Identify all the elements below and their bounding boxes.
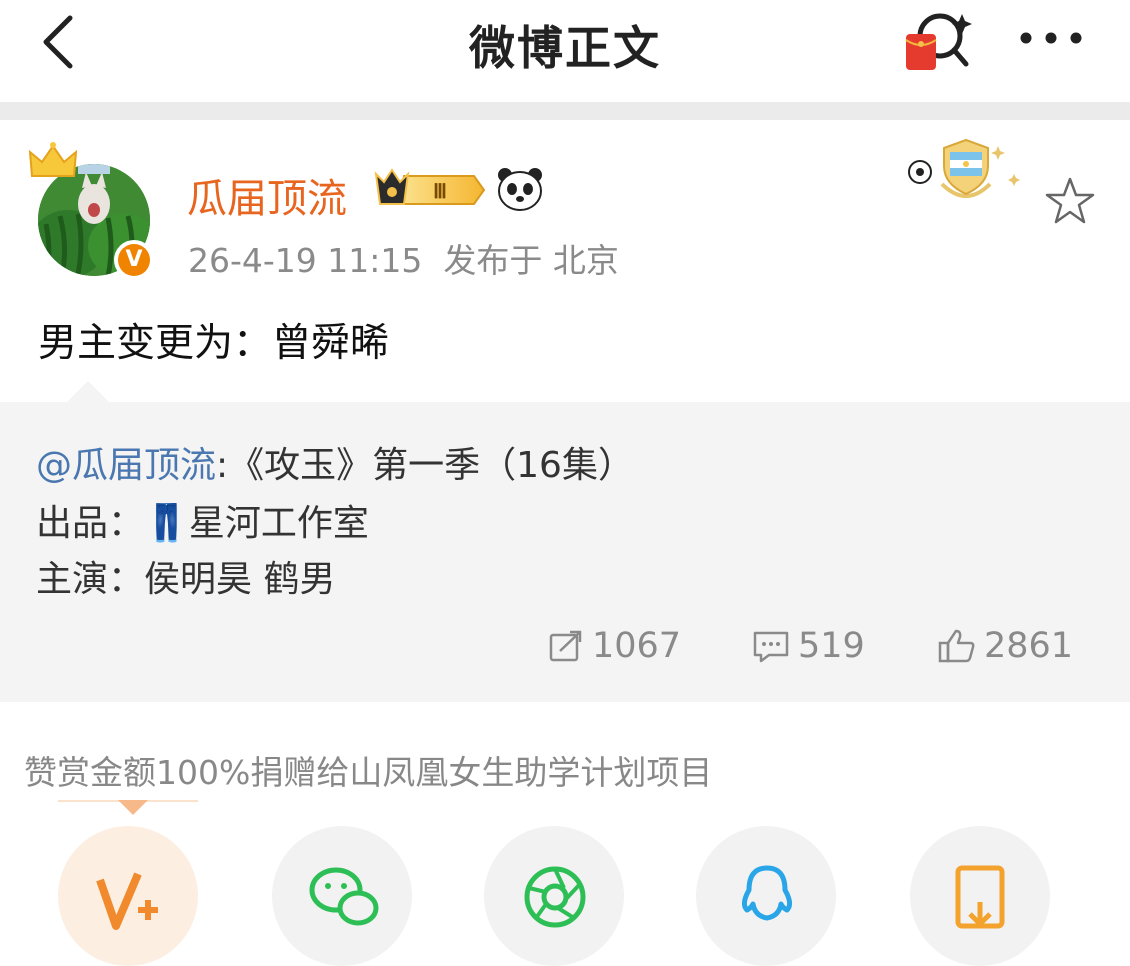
- repost-count: 1067: [592, 626, 682, 666]
- repost-line-1: @瓜届顶流:《攻玉》第一季（16集）: [36, 436, 634, 488]
- producer-label: 出品：: [36, 503, 145, 544]
- share-save-button[interactable]: [910, 826, 1050, 966]
- comment-count-button[interactable]: 519: [752, 626, 865, 666]
- repost-count-button[interactable]: 1067: [548, 626, 681, 666]
- post-location: 发布于 北京: [443, 241, 619, 280]
- qq-icon: [741, 865, 793, 921]
- member-level-badge[interactable]: Ⅲ: [374, 168, 488, 212]
- moments-aperture-icon: [524, 866, 586, 928]
- post-time: 26-4-19 11:15: [188, 241, 423, 280]
- comment-count: 519: [798, 626, 865, 666]
- repost-line-3: 主演：侯明昊 鹤男: [36, 559, 336, 600]
- share-qq-button[interactable]: [696, 826, 836, 966]
- repost-icon: [549, 630, 582, 662]
- like-count: 2861: [984, 626, 1074, 666]
- thumbs-up-icon: [938, 629, 975, 663]
- divider: [0, 702, 1130, 714]
- panda-icon: [498, 168, 542, 211]
- repost-line-2: 出品：👖星河工作室: [36, 494, 369, 546]
- repost-title: :《攻玉》第一季（16集）: [216, 445, 634, 486]
- share-tip-button[interactable]: [58, 826, 198, 966]
- more-dots-icon: [1020, 32, 1082, 44]
- red-packet-search-button[interactable]: [900, 8, 980, 74]
- post-meta: 26-4-19 11:15 发布于 北京: [188, 234, 619, 282]
- argentina-medal-icon: [908, 138, 1020, 198]
- divider: [0, 102, 1130, 120]
- tip-v-plus-icon: [96, 872, 158, 930]
- comment-icon: [753, 631, 789, 663]
- donate-indicator-arrow: [118, 800, 148, 815]
- star-icon[interactable]: [1042, 174, 1098, 230]
- post-content: 男主变更为：曾舜晞: [38, 321, 390, 366]
- red-packet-search-icon: [905, 13, 972, 70]
- wechat-icon: [309, 867, 379, 926]
- card-notch: [66, 381, 110, 403]
- mention-link[interactable]: @瓜届顶流: [36, 445, 216, 486]
- share-moments-button[interactable]: [484, 826, 624, 966]
- share-wechat-button[interactable]: [272, 826, 412, 966]
- crown-icon: [28, 142, 78, 177]
- like-count-button[interactable]: 2861: [938, 626, 1073, 666]
- top-nav-bar: 微博正文: [0, 0, 1130, 102]
- save-image-icon: [955, 865, 1005, 929]
- verified-mark: V: [118, 244, 150, 276]
- producer-value: 星河工作室: [188, 503, 369, 544]
- username[interactable]: 瓜届顶流: [187, 166, 347, 224]
- more-button[interactable]: [1016, 16, 1086, 60]
- verified-badge: V: [114, 240, 154, 280]
- level-text: Ⅲ: [433, 181, 447, 203]
- jeans-emoji: 👖: [144, 503, 189, 544]
- donation-note: 赞赏金额100%捐赠给山凤凰女生助学计划项目: [24, 753, 713, 792]
